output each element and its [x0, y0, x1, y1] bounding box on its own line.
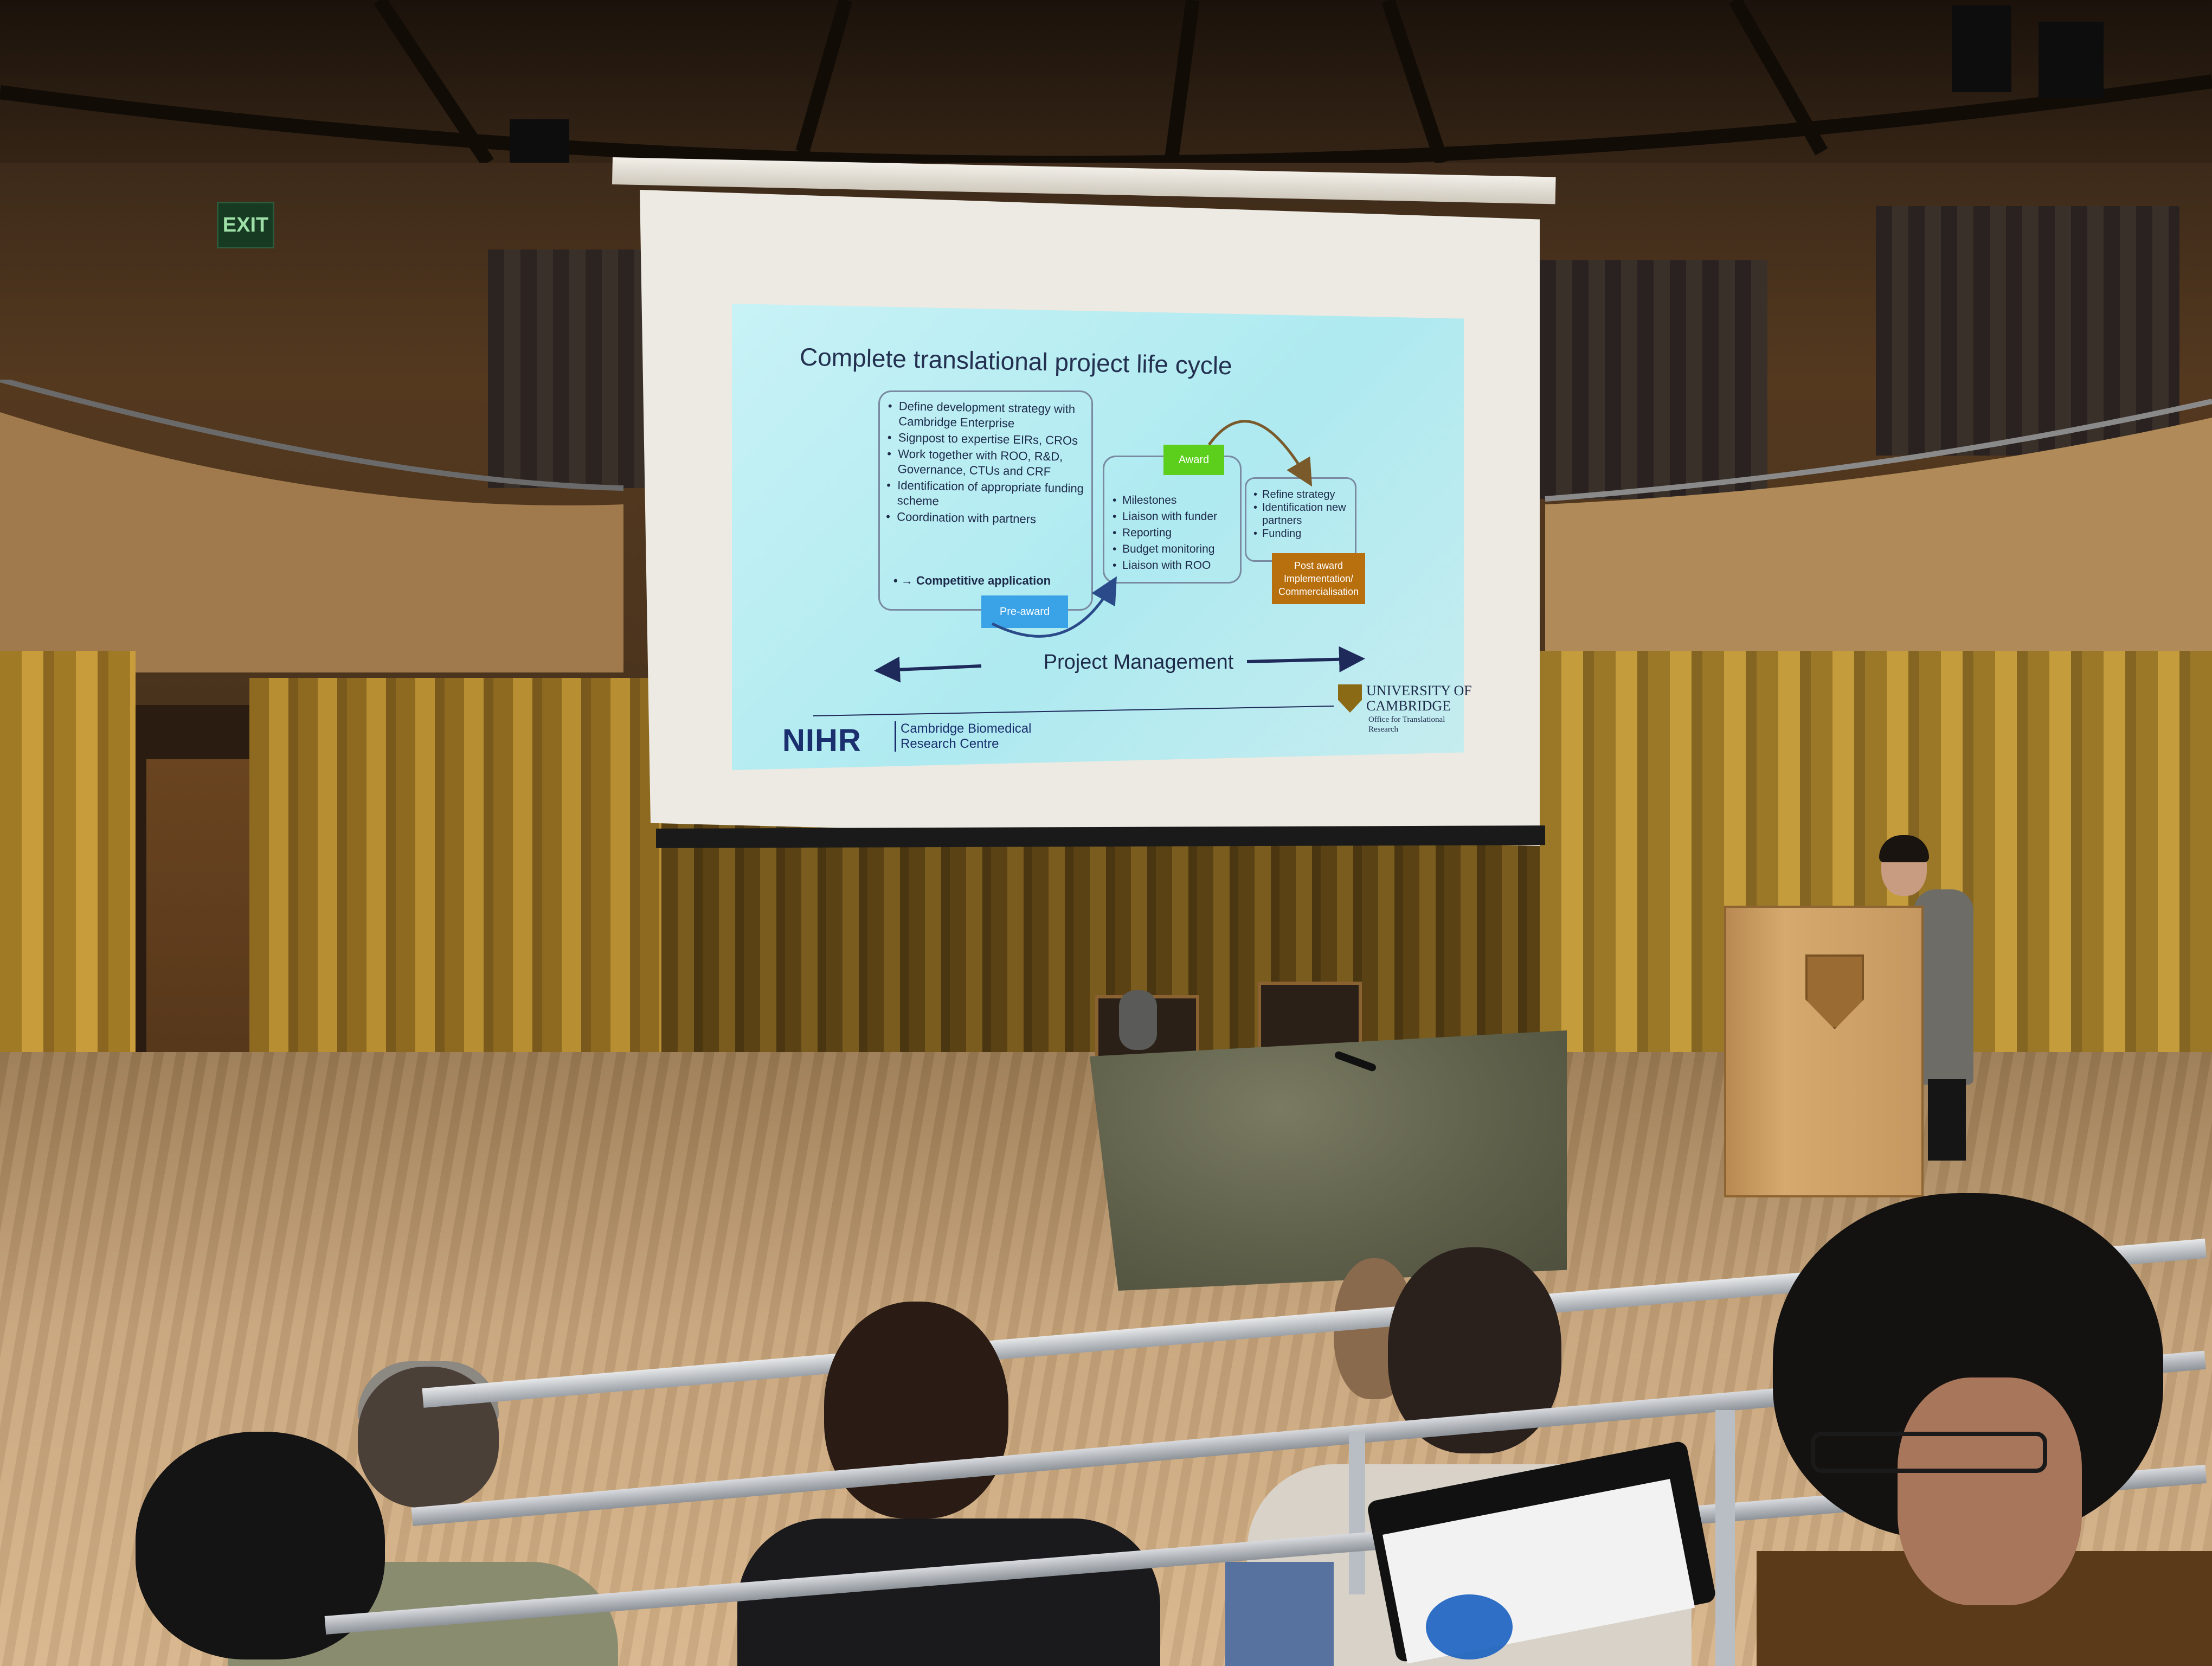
university-name: UNIVERSITY OF CAMBRIDGE — [1366, 683, 1472, 714]
scarf — [1119, 990, 1157, 1050]
arrow-left — [874, 656, 982, 683]
screen-bottom-bar — [655, 825, 1546, 848]
arrow-right — [1246, 646, 1365, 672]
handrail-post — [1349, 1432, 1365, 1594]
audience-member — [1225, 1562, 1334, 1666]
laptop-chart — [1426, 1594, 1513, 1659]
footer-divider — [813, 706, 1334, 716]
university-department: Office for Translational Research — [1368, 715, 1445, 734]
exit-sign: EXIT — [217, 202, 274, 248]
nihr-subtitle: Cambridge Biomedical Research Centre — [895, 721, 1074, 752]
nihr-logo: NIHR — [782, 723, 861, 758]
arrow-pre-to-award — [991, 576, 1117, 638]
lectern — [1724, 906, 1924, 1197]
arrow-award-to-post — [1207, 420, 1313, 487]
speaker-legs — [1928, 1079, 1966, 1161]
audience-member — [1898, 1377, 2082, 1605]
project-management-label: Project Management — [1043, 651, 1234, 674]
glasses-icon — [1811, 1432, 2047, 1473]
handrail-post — [1715, 1410, 1735, 1666]
